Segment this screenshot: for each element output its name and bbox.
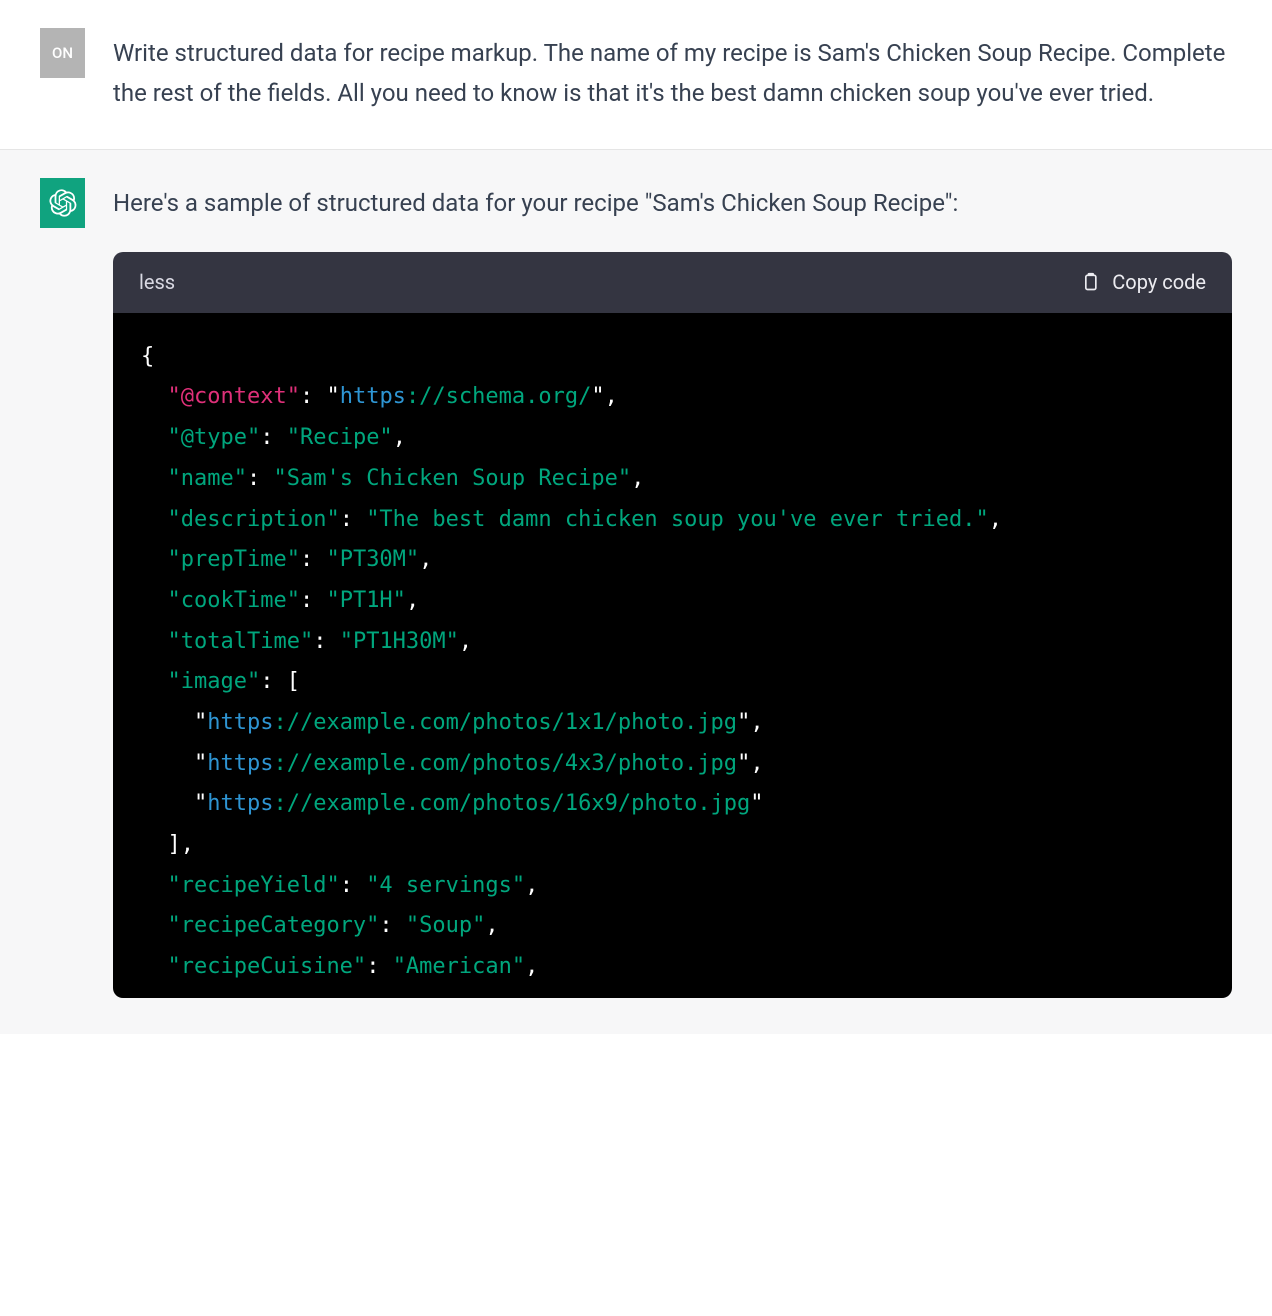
assistant-message-body: Here's a sample of structured data for y…	[113, 178, 1232, 998]
user-message-text: Write structured data for recipe markup.…	[113, 28, 1232, 113]
assistant-message: Here's a sample of structured data for y…	[0, 150, 1272, 1034]
copy-code-label: Copy code	[1112, 266, 1206, 299]
code-language-label: less	[139, 266, 175, 299]
clipboard-icon	[1080, 271, 1100, 293]
code-content[interactable]: { "@context": "https://schema.org/", "@t…	[113, 313, 1232, 998]
assistant-avatar	[40, 178, 85, 228]
copy-code-button[interactable]: Copy code	[1080, 266, 1206, 299]
user-avatar-label: ON	[52, 44, 73, 62]
code-block: less Copy code { "@context": "https://sc…	[113, 252, 1232, 998]
user-avatar: ON	[40, 28, 85, 78]
assistant-intro-text: Here's a sample of structured data for y…	[113, 184, 1232, 224]
openai-logo-icon	[49, 189, 77, 217]
code-block-header: less Copy code	[113, 252, 1232, 313]
user-message: ON Write structured data for recipe mark…	[0, 0, 1272, 150]
